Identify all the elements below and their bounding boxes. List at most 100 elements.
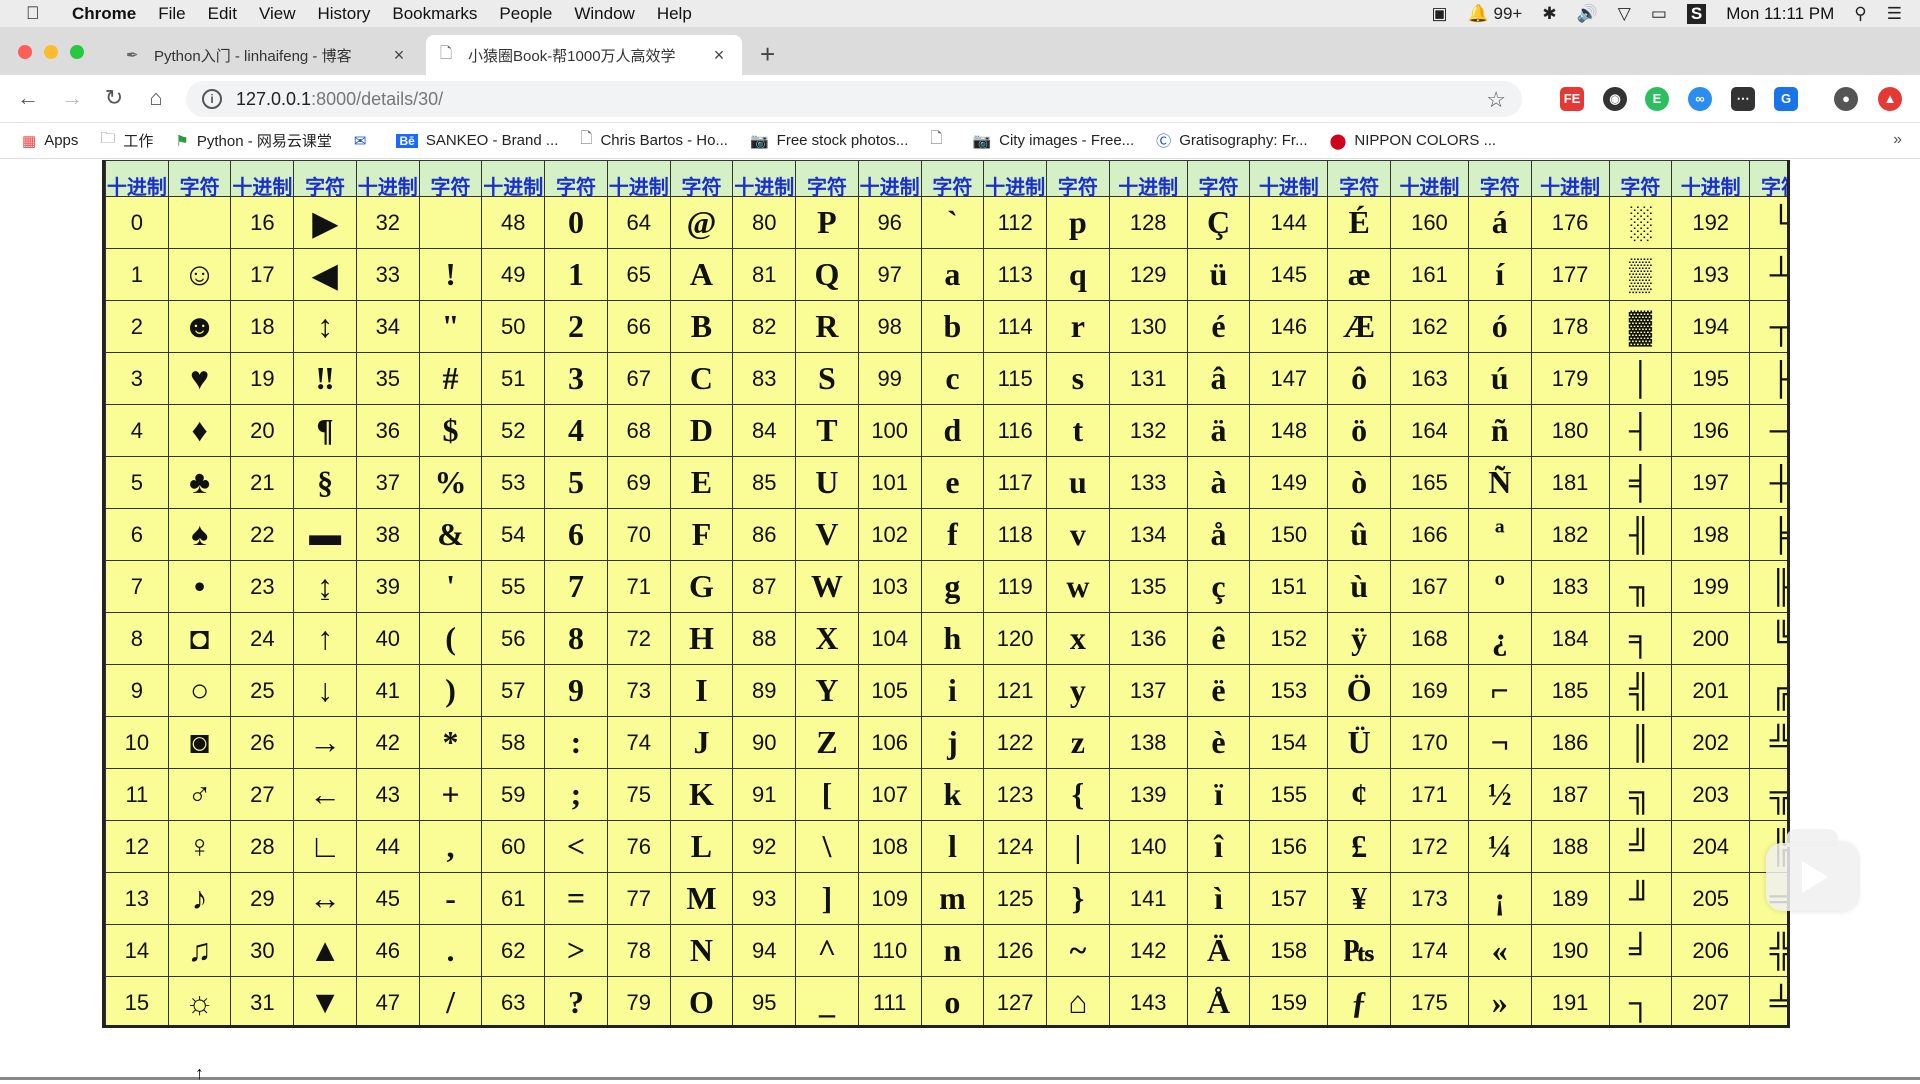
ascii-decimal-cell: 60 bbox=[481, 820, 546, 873]
menubar-clock[interactable]: Mon 11:11 PM bbox=[1726, 4, 1834, 24]
ascii-decimal-cell: 93 bbox=[732, 872, 797, 925]
ascii-char-cell: } bbox=[1046, 872, 1110, 925]
ascii-char-cell: ' bbox=[418, 560, 483, 613]
extension-translate-icon[interactable]: G bbox=[1774, 87, 1798, 111]
bookmark-star-icon[interactable]: ☆ bbox=[1486, 87, 1506, 113]
ascii-header-cell: 字符 bbox=[1467, 160, 1532, 197]
ascii-decimal-cell: 27 bbox=[230, 768, 295, 821]
extension-red-icon[interactable]: ▲ bbox=[1878, 87, 1902, 111]
ascii-decimal-cell: 73 bbox=[606, 664, 671, 717]
ascii-decimal-cell: 44 bbox=[355, 820, 420, 873]
extension-octo-icon[interactable]: ◉ bbox=[1603, 87, 1627, 111]
close-window-button[interactable] bbox=[18, 45, 32, 59]
notification-bell-icon[interactable]: 🔔 99+ bbox=[1468, 4, 1523, 24]
ascii-header-cell: 字符 bbox=[167, 160, 232, 197]
ascii-decimal-cell: 6 bbox=[105, 508, 169, 561]
ascii-decimal-cell: 95 bbox=[732, 976, 797, 1025]
menu-edit[interactable]: Edit bbox=[208, 4, 237, 24]
ascii-char-cell: 5 bbox=[544, 456, 608, 509]
tab-python-intro[interactable]: ✒ Python入门 - linhaifeng - 博客 × bbox=[112, 35, 422, 75]
apple-icon[interactable]:  bbox=[26, 3, 54, 24]
minimize-window-button[interactable] bbox=[44, 45, 58, 59]
ascii-char-cell: ↨ bbox=[293, 560, 357, 613]
ascii-decimal-cell: 147 bbox=[1249, 352, 1329, 405]
home-icon[interactable]: ⌂ bbox=[142, 85, 170, 111]
ascii-header-cell: 十进制 bbox=[983, 160, 1048, 197]
ascii-decimal-cell: 114 bbox=[983, 300, 1048, 353]
ascii-char-cell: X bbox=[795, 612, 859, 665]
tab-xiaoyuanquan-book[interactable]: 🗋 小猿圈Book-帮1000万人高效学 × bbox=[426, 35, 742, 75]
video-play-button[interactable] bbox=[1766, 829, 1858, 911]
menu-file[interactable]: File bbox=[158, 4, 185, 24]
site-info-icon[interactable]: i bbox=[202, 89, 222, 109]
ascii-decimal-cell: 124 bbox=[983, 820, 1048, 873]
bookmarks-overflow-chevron-icon[interactable]: » bbox=[1893, 131, 1902, 149]
notification-center-icon[interactable]: ☰ bbox=[1887, 4, 1902, 24]
app-s-icon[interactable]: S bbox=[1686, 3, 1707, 24]
ascii-decimal-cell: 94 bbox=[732, 924, 797, 977]
bluetooth-icon[interactable]: ✱ bbox=[1542, 4, 1556, 24]
ascii-char-cell: \ bbox=[795, 820, 859, 873]
menu-bookmarks[interactable]: Bookmarks bbox=[392, 4, 477, 24]
ascii-decimal-cell: 26 bbox=[230, 716, 295, 769]
spotlight-search-icon[interactable]: ⚲ bbox=[1854, 4, 1866, 24]
ascii-decimal-cell: 80 bbox=[732, 196, 797, 249]
bookmark-mail[interactable]: ✉ bbox=[354, 132, 375, 150]
ascii-decimal-cell: 113 bbox=[983, 248, 1048, 301]
ascii-char-cell: K bbox=[669, 768, 734, 821]
menu-app-name[interactable]: Chrome bbox=[72, 4, 136, 24]
volume-icon[interactable]: 🔊 bbox=[1577, 4, 1598, 24]
ascii-decimal-cell: 75 bbox=[606, 768, 671, 821]
close-tab-icon[interactable]: × bbox=[710, 45, 728, 66]
menu-window[interactable]: Window bbox=[574, 4, 634, 24]
ascii-char-cell: ‼ bbox=[293, 352, 357, 405]
forward-arrow-icon[interactable]: → bbox=[58, 85, 86, 111]
bookmark-blank-page[interactable]: 🗋 bbox=[930, 128, 950, 153]
profile-avatar-icon[interactable]: ● bbox=[1834, 87, 1858, 111]
extension-fe-icon[interactable]: FE bbox=[1560, 87, 1584, 111]
ascii-decimal-cell: 198 bbox=[1671, 508, 1751, 561]
ascii-char-cell: ÿ bbox=[1327, 612, 1391, 665]
reload-icon[interactable]: ↻ bbox=[100, 85, 128, 111]
bookmark-apps[interactable]: ▦ Apps bbox=[22, 132, 78, 150]
ascii-decimal-cell: 24 bbox=[230, 612, 295, 665]
bookmark-free-stock[interactable]: 📷 Free stock photos... bbox=[750, 132, 908, 150]
tab-title: Python入门 - linhaifeng - 博客 bbox=[154, 47, 352, 65]
close-tab-icon[interactable]: × bbox=[390, 45, 408, 66]
menu-history[interactable]: History bbox=[317, 4, 370, 24]
ascii-decimal-cell: 83 bbox=[732, 352, 797, 405]
ascii-char-cell: : bbox=[544, 716, 608, 769]
fullscreen-window-button[interactable] bbox=[70, 45, 84, 59]
bookmark-nippon-colors[interactable]: ⬤ NIPPON COLORS ... bbox=[1330, 132, 1497, 150]
back-arrow-icon[interactable]: ← bbox=[14, 85, 42, 111]
ascii-char-cell: ∟ bbox=[293, 820, 357, 873]
new-tab-button[interactable]: + bbox=[760, 39, 775, 70]
ascii-decimal-cell: 9 bbox=[105, 664, 169, 717]
ascii-char-cell: y bbox=[1046, 664, 1110, 717]
ascii-header-cell: 字符 bbox=[920, 160, 985, 197]
bookmark-work-folder[interactable]: 🗀 工作 bbox=[100, 128, 153, 153]
menu-people[interactable]: People bbox=[499, 4, 552, 24]
ascii-decimal-cell: 74 bbox=[606, 716, 671, 769]
menu-view[interactable]: View bbox=[259, 4, 296, 24]
bookmark-sankeo[interactable]: Bē SANKEO - Brand ... bbox=[396, 132, 558, 149]
bookmark-city-images[interactable]: 📷 City images - Free... bbox=[972, 132, 1134, 150]
ascii-char-cell: à bbox=[1186, 456, 1251, 509]
ascii-char-cell: V bbox=[795, 508, 859, 561]
page-icon: 🗋 bbox=[930, 130, 943, 147]
bookmark-gratisography[interactable]: Ⓒ Gratisography: Fr... bbox=[1156, 130, 1307, 151]
extension-evernote-icon[interactable]: E bbox=[1645, 87, 1669, 111]
screen-record-icon[interactable]: ▣ bbox=[1432, 4, 1448, 24]
bookmark-python-163[interactable]: ⚑ Python - 网易云课堂 bbox=[175, 130, 331, 151]
battery-icon[interactable]: ▭ bbox=[1651, 4, 1667, 24]
address-bar[interactable]: i 127.0.0.1:8000/details/30/ ☆ bbox=[186, 81, 1522, 117]
bookmark-chris-bartos[interactable]: 🗋 Chris Bartos - Ho... bbox=[580, 128, 728, 153]
ascii-decimal-cell: 102 bbox=[857, 508, 922, 561]
ascii-char-cell: m bbox=[920, 872, 985, 925]
menu-help[interactable]: Help bbox=[657, 4, 692, 24]
ascii-char-cell: ¶ bbox=[293, 404, 357, 457]
extension-dark-box-icon[interactable]: ⋯ bbox=[1731, 87, 1755, 111]
extension-blue-circle-icon[interactable]: ∞ bbox=[1688, 87, 1712, 111]
ascii-char-cell: ┐ bbox=[1608, 976, 1673, 1025]
wifi-icon[interactable]: ▽ bbox=[1618, 4, 1631, 24]
